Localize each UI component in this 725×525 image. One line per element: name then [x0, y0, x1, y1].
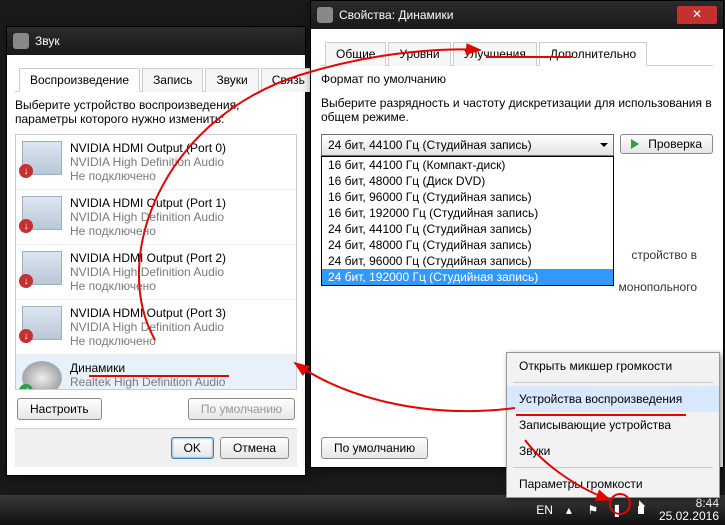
props-titlebar[interactable]: Свойства: Динамики ✕ — [311, 1, 723, 29]
tab-advanced[interactable]: Дополнительно — [539, 42, 647, 66]
playback-prompt: Выберите устройство воспроизведения, пар… — [15, 98, 297, 126]
device-driver: Realtek High Definition Audio — [70, 375, 225, 389]
device-driver: NVIDIA High Definition Audio — [70, 265, 226, 279]
volume-icon[interactable] — [633, 502, 649, 518]
format-selected: 24 бит, 44100 Гц (Студийная запись) — [328, 138, 532, 152]
menu-volume-options[interactable]: Параметры громкости — [507, 471, 719, 497]
disconnected-icon: ↓ — [19, 329, 33, 343]
device-name: NVIDIA HDMI Output (Port 1) — [70, 196, 226, 210]
device-list: ↓ NVIDIA HDMI Output (Port 0) NVIDIA Hig… — [15, 134, 297, 390]
device-driver: NVIDIA High Definition Audio — [70, 320, 226, 334]
taskbar: EN ▴ ⚑ ❚ 8:44 25.02.2016 — [0, 495, 725, 525]
props-tabs: Общие Уровни Улучшения Дополнительно — [321, 37, 713, 66]
device-name: NVIDIA HDMI Output (Port 2) — [70, 251, 226, 265]
disconnected-icon: ↓ — [19, 164, 33, 178]
device-driver: NVIDIA High Definition Audio — [70, 210, 226, 224]
format-option[interactable]: 16 бит, 44100 Гц (Компакт-диск) — [322, 157, 613, 173]
device-status: Не подключено — [70, 279, 226, 293]
system-tray: EN ▴ ⚑ ❚ — [536, 502, 649, 518]
default-format-label: Формат по умолчанию — [321, 72, 713, 86]
format-option[interactable]: 24 бит, 96000 Гц (Студийная запись) — [322, 253, 613, 269]
sound-titlebar[interactable]: Звук — [7, 27, 305, 55]
tab-levels[interactable]: Уровни — [388, 42, 450, 66]
format-option[interactable]: 16 бит, 48000 Гц (Диск DVD) — [322, 173, 613, 189]
sound-title: Звук — [35, 34, 299, 48]
speaker-icon: ✓ — [22, 361, 62, 390]
monitor-icon: ↓ — [22, 196, 62, 230]
disconnected-icon: ↓ — [19, 219, 33, 233]
device-item-speakers[interactable]: ✓ Динамики Realtek High Definition Audio… — [16, 355, 296, 390]
device-item[interactable]: ↓ NVIDIA HDMI Output (Port 0) NVIDIA Hig… — [16, 135, 296, 190]
tab-general[interactable]: Общие — [325, 42, 386, 66]
format-option[interactable]: 16 бит, 192000 Гц (Студийная запись) — [322, 205, 613, 221]
sound-window: Звук Воспроизведение Запись Звуки Связь … — [6, 26, 306, 476]
tab-comm[interactable]: Связь — [261, 68, 316, 92]
speaker-icon — [317, 7, 333, 23]
device-name: NVIDIA HDMI Output (Port 3) — [70, 306, 226, 320]
device-name: NVIDIA HDMI Output (Port 0) — [70, 141, 226, 155]
tab-record[interactable]: Запись — [142, 68, 203, 92]
set-default-button[interactable]: По умолчанию — [188, 398, 295, 420]
test-button[interactable]: Проверка — [620, 134, 713, 154]
device-item[interactable]: ↓ NVIDIA HDMI Output (Port 2) NVIDIA Hig… — [16, 245, 296, 300]
monitor-icon: ↓ — [22, 251, 62, 285]
device-driver: NVIDIA High Definition Audio — [70, 155, 226, 169]
tab-enhance[interactable]: Улучшения — [453, 42, 537, 66]
taskbar-clock[interactable]: 8:44 25.02.2016 — [659, 497, 719, 523]
menu-sounds[interactable]: Звуки — [507, 438, 719, 464]
format-option[interactable]: 24 бит, 44100 Гц (Студийная запись) — [322, 221, 613, 237]
format-option[interactable]: 16 бит, 96000 Гц (Студийная запись) — [322, 189, 613, 205]
tray-chevron-icon[interactable]: ▴ — [561, 502, 577, 518]
ok-button[interactable]: OK — [171, 437, 214, 459]
menu-open-mixer[interactable]: Открыть микшер громкости — [507, 353, 719, 379]
device-status: Не подключено — [70, 169, 226, 183]
format-dropdown: 16 бит, 44100 Гц (Компакт-диск) 16 бит, … — [321, 156, 614, 286]
device-name: Динамики — [70, 361, 225, 375]
sound-tabs: Воспроизведение Запись Звуки Связь — [15, 63, 297, 92]
clock-date: 25.02.2016 — [659, 510, 719, 523]
format-combobox[interactable]: 24 бит, 44100 Гц (Студийная запись) — [321, 134, 614, 156]
tab-sounds[interactable]: Звуки — [205, 68, 258, 92]
monitor-icon: ↓ — [22, 141, 62, 175]
flag-icon[interactable]: ⚑ — [585, 502, 601, 518]
close-button[interactable]: ✕ — [677, 6, 717, 24]
cancel-button[interactable]: Отмена — [220, 437, 289, 459]
network-icon[interactable]: ❚ — [609, 502, 625, 518]
menu-playback-devices[interactable]: Устройства воспроизведения — [507, 386, 719, 412]
play-icon — [631, 139, 644, 149]
language-indicator[interactable]: EN — [536, 503, 553, 517]
menu-recording-devices[interactable]: Записывающие устройства — [507, 412, 719, 438]
format-option-highlighted[interactable]: 24 бит, 192000 Гц (Студийная запись) — [322, 269, 613, 285]
device-status: Не подключено — [70, 224, 226, 238]
configure-button[interactable]: Настроить — [17, 398, 102, 420]
test-label: Проверка — [648, 137, 702, 151]
monitor-icon: ↓ — [22, 306, 62, 340]
menu-separator — [513, 467, 713, 468]
tab-playback[interactable]: Воспроизведение — [19, 68, 140, 92]
speaker-icon — [13, 33, 29, 49]
format-hint: Выберите разрядность и частоту дискретиз… — [321, 96, 713, 124]
restore-defaults-button[interactable]: По умолчанию — [321, 437, 428, 459]
menu-separator — [513, 382, 713, 383]
volume-context-menu: Открыть микшер громкости Устройства восп… — [506, 352, 720, 498]
disconnected-icon: ↓ — [19, 274, 33, 288]
device-item[interactable]: ↓ NVIDIA HDMI Output (Port 1) NVIDIA Hig… — [16, 190, 296, 245]
device-status: Не подключено — [70, 334, 226, 348]
format-option[interactable]: 24 бит, 48000 Гц (Студийная запись) — [322, 237, 613, 253]
props-title: Свойства: Динамики — [339, 8, 677, 22]
device-item[interactable]: ↓ NVIDIA HDMI Output (Port 3) NVIDIA Hig… — [16, 300, 296, 355]
